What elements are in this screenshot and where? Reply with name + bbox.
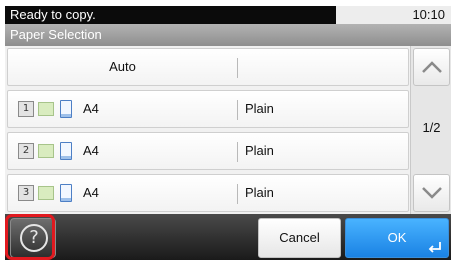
cassette-icon: 1 xyxy=(18,101,34,117)
paper-size: A4 xyxy=(83,143,99,158)
enter-icon xyxy=(428,242,441,253)
status-message: Ready to copy. xyxy=(5,6,336,24)
page-title: Paper Selection xyxy=(5,24,451,46)
paper-list: Auto 1 A4 Plain 2 A4 Plain 3 A4 Plain xyxy=(5,46,410,214)
paper-type: Plain xyxy=(245,185,274,200)
paper-row-auto[interactable]: Auto xyxy=(7,48,409,86)
paper-stack-icon xyxy=(38,186,54,200)
status-time: 10:10 xyxy=(336,6,451,24)
paper-sheet-icon xyxy=(60,184,72,202)
ok-button[interactable]: OK xyxy=(345,218,449,258)
paper-row-tray-2[interactable]: 2 A4 Plain xyxy=(7,132,409,170)
scroll-panel: 1/2 xyxy=(410,46,451,214)
paper-type: Plain xyxy=(245,101,274,116)
paper-size: A4 xyxy=(83,101,99,116)
scroll-up-button[interactable] xyxy=(413,48,450,86)
cancel-button[interactable]: Cancel xyxy=(258,218,341,258)
paper-size: A4 xyxy=(83,185,99,200)
column-divider xyxy=(237,58,238,78)
page-indicator: 1/2 xyxy=(422,120,441,135)
bottom-bar: ? Cancel OK xyxy=(5,214,451,260)
paper-sheet-icon xyxy=(60,142,72,160)
chevron-up-icon xyxy=(422,61,442,73)
chevron-down-icon xyxy=(422,187,442,199)
column-divider xyxy=(237,184,238,204)
column-divider xyxy=(237,142,238,162)
paper-row-tray-3[interactable]: 3 A4 Plain xyxy=(7,174,409,212)
help-highlight-frame xyxy=(5,214,55,260)
cassette-icon: 2 xyxy=(18,143,34,159)
scroll-down-button[interactable] xyxy=(413,174,450,212)
column-divider xyxy=(237,100,238,120)
paper-row-tray-1[interactable]: 1 A4 Plain xyxy=(7,90,409,128)
screen: Ready to copy. 10:10 Paper Selection Aut… xyxy=(5,6,451,260)
paper-type: Plain xyxy=(245,143,274,158)
auto-label: Auto xyxy=(109,59,136,74)
ok-label: OK xyxy=(387,230,407,245)
paper-stack-icon xyxy=(38,144,54,158)
paper-sheet-icon xyxy=(60,100,72,118)
cassette-icon: 3 xyxy=(18,185,34,201)
paper-stack-icon xyxy=(38,102,54,116)
